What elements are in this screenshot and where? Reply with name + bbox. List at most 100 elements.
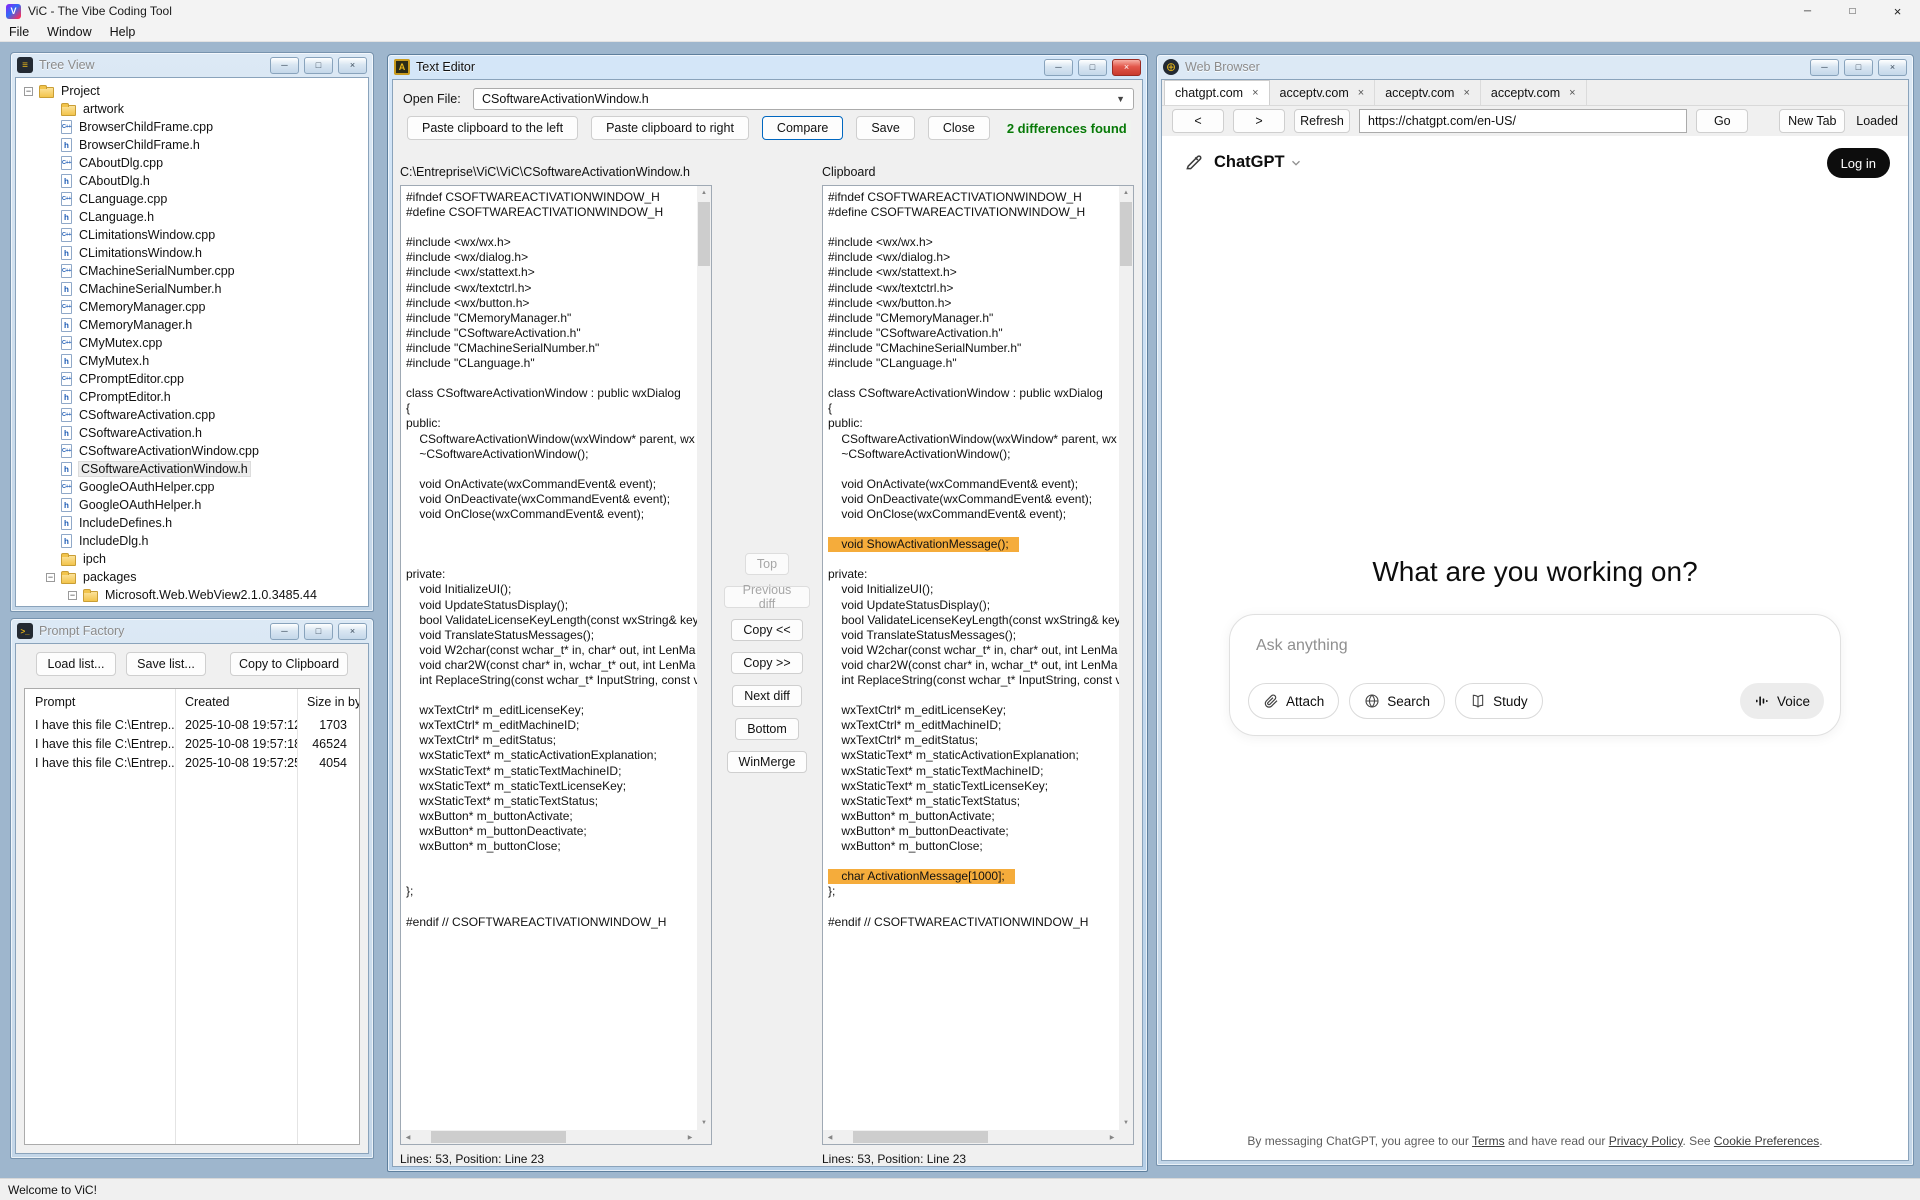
table-row[interactable]: I have this file C:\Entrep...2025-10-08 … xyxy=(25,734,359,753)
close-button[interactable]: Close xyxy=(928,116,990,140)
prompt-table[interactable]: PromptCreatedSize in bytes I have this f… xyxy=(24,688,360,1145)
tree-item[interactable]: CMachineSerialNumber.cpp xyxy=(16,262,368,280)
app-minimize-button[interactable]: ─ xyxy=(1785,0,1830,22)
web-browser-close-button[interactable]: × xyxy=(1878,59,1907,76)
tree-item[interactable]: IncludeDlg.h xyxy=(16,532,368,550)
tree-item[interactable]: artwork xyxy=(16,100,368,118)
tab-close-icon[interactable]: × xyxy=(1358,87,1364,99)
tree-item[interactable]: GoogleOAuthHelper.cpp xyxy=(16,478,368,496)
go-button[interactable]: Go xyxy=(1696,109,1748,133)
prompt-factory-titlebar[interactable]: >_ Prompt Factory ─ □ × xyxy=(11,619,373,643)
menu-help[interactable]: Help xyxy=(101,23,145,41)
text-editor-titlebar[interactable]: A Text Editor ─ □ × xyxy=(388,55,1147,79)
scroll-down-icon[interactable]: ▼ xyxy=(697,1116,711,1130)
web-browser-titlebar[interactable]: ⊕ Web Browser ─ □ × xyxy=(1157,55,1913,79)
app-maximize-button[interactable]: □ xyxy=(1830,0,1875,22)
scrollbar-thumb[interactable] xyxy=(431,1131,566,1143)
tree-item[interactable]: CMyMutex.h xyxy=(16,352,368,370)
tree-item[interactable]: CLimitationsWindow.h xyxy=(16,244,368,262)
left-vertical-scrollbar[interactable]: ▲ ▼ xyxy=(697,186,711,1130)
right-code-pane[interactable]: #ifndef CSOFTWAREACTIVATIONWINDOW_H#defi… xyxy=(822,185,1134,1145)
text-editor-maximize-button[interactable]: □ xyxy=(1078,59,1107,76)
attach-button[interactable]: Attach xyxy=(1248,683,1339,719)
tree-item[interactable]: CLanguage.cpp xyxy=(16,190,368,208)
tree-item[interactable]: CSoftwareActivation.h xyxy=(16,424,368,442)
copy-button[interactable]: Copy >> xyxy=(731,652,802,674)
table-row[interactable]: I have this file C:\Entrep...2025-10-08 … xyxy=(25,715,359,734)
prompt-factory-close-button[interactable]: × xyxy=(338,623,367,640)
tab-close-icon[interactable]: × xyxy=(1252,87,1258,99)
expander-icon[interactable]: − xyxy=(68,591,77,600)
prompt-factory-minimize-button[interactable]: ─ xyxy=(270,623,299,640)
tree-item[interactable]: −Microsoft.Web.WebView2.1.0.3485.44 xyxy=(16,586,368,604)
web-browser-minimize-button[interactable]: ─ xyxy=(1810,59,1839,76)
terms-link[interactable]: Terms xyxy=(1472,1134,1505,1148)
tree-view-minimize-button[interactable]: ─ xyxy=(270,57,299,74)
cookie-preferences-link[interactable]: Cookie Preferences xyxy=(1714,1134,1819,1148)
tree-item[interactable]: CMachineSerialNumber.h xyxy=(16,280,368,298)
winmerge-button[interactable]: WinMerge xyxy=(727,751,808,773)
save-button[interactable]: Save xyxy=(856,116,915,140)
left-code-pane[interactable]: #ifndef CSOFTWAREACTIVATIONWINDOW_H#defi… xyxy=(400,185,712,1145)
column-header[interactable]: Size in bytes xyxy=(297,695,359,709)
scroll-right-icon[interactable]: ▶ xyxy=(683,1130,697,1144)
tree-view-titlebar[interactable]: ≡ Tree View ─ □ × xyxy=(11,53,373,77)
menu-file[interactable]: File xyxy=(0,23,38,41)
tree-item[interactable]: BrowserChildFrame.h xyxy=(16,136,368,154)
browser-tab[interactable]: acceptv.com× xyxy=(1270,80,1376,105)
bottom-button[interactable]: Bottom xyxy=(735,718,799,740)
search-button[interactable]: Search xyxy=(1349,683,1445,719)
tree-item[interactable]: CLimitationsWindow.cpp xyxy=(16,226,368,244)
left-horizontal-scrollbar[interactable]: ◀ ▶ xyxy=(401,1130,697,1144)
tree-item[interactable]: GoogleOAuthHelper.h xyxy=(16,496,368,514)
tree-item[interactable]: −packages xyxy=(16,568,368,586)
tree-view-maximize-button[interactable]: □ xyxy=(304,57,333,74)
new-tab-button[interactable]: New Tab xyxy=(1779,109,1845,133)
table-row[interactable]: I have this file C:\Entrep...2025-10-08 … xyxy=(25,753,359,772)
tree-item[interactable]: CMemoryManager.cpp xyxy=(16,298,368,316)
open-file-combobox[interactable]: CSoftwareActivationWindow.h ▼ xyxy=(473,88,1134,110)
forward-button[interactable]: > xyxy=(1233,109,1285,133)
paste-clipboard-right-button[interactable]: Paste clipboard to right xyxy=(591,116,749,140)
tree-item[interactable]: CSoftwareActivation.cpp xyxy=(16,406,368,424)
copy-to-clipboard-button[interactable]: Copy to Clipboard xyxy=(230,652,348,676)
tree-item[interactable]: ipch xyxy=(16,550,368,568)
tree-item[interactable]: −Project xyxy=(16,82,368,100)
scrollbar-thumb[interactable] xyxy=(853,1131,988,1143)
app-close-button[interactable]: × xyxy=(1875,0,1920,22)
tree-item[interactable]: CPromptEditor.cpp xyxy=(16,370,368,388)
voice-button[interactable]: Voice xyxy=(1740,683,1824,719)
tree-item[interactable]: CPromptEditor.h xyxy=(16,388,368,406)
tree-item[interactable]: CSoftwareActivationWindow.cpp xyxy=(16,442,368,460)
scroll-right-icon[interactable]: ▶ xyxy=(1105,1130,1119,1144)
ask-anything-input[interactable] xyxy=(1256,637,1656,655)
paste-clipboard-left-button[interactable]: Paste clipboard to the left xyxy=(407,116,578,140)
column-header[interactable]: Prompt xyxy=(25,695,175,709)
scroll-left-icon[interactable]: ◀ xyxy=(401,1130,415,1144)
tree-item[interactable]: BrowserChildFrame.cpp xyxy=(16,118,368,136)
scroll-left-icon[interactable]: ◀ xyxy=(823,1130,837,1144)
tree-item[interactable]: CLanguage.h xyxy=(16,208,368,226)
chatgpt-brand[interactable]: ChatGPT xyxy=(1214,153,1303,172)
tab-close-icon[interactable]: × xyxy=(1569,87,1575,99)
chatgpt-composer[interactable]: Attach Search Study Voice xyxy=(1229,614,1841,736)
tree-item[interactable]: CSoftwareActivationWindow.h xyxy=(16,460,368,478)
refresh-button[interactable]: Refresh xyxy=(1294,109,1350,133)
url-input[interactable] xyxy=(1359,109,1687,133)
column-header[interactable]: Created xyxy=(175,695,297,709)
prompt-factory-maximize-button[interactable]: □ xyxy=(304,623,333,640)
text-editor-minimize-button[interactable]: ─ xyxy=(1044,59,1073,76)
study-button[interactable]: Study xyxy=(1455,683,1543,719)
compare-button[interactable]: Compare xyxy=(762,116,843,140)
tree-view-close-button[interactable]: × xyxy=(338,57,367,74)
text-editor-close-button[interactable]: × xyxy=(1112,59,1141,76)
chevron-down-icon[interactable]: ▼ xyxy=(1116,94,1125,104)
browser-tab[interactable]: acceptv.com× xyxy=(1481,80,1587,105)
load-list-button[interactable]: Load list... xyxy=(36,652,116,676)
browser-tab[interactable]: chatgpt.com× xyxy=(1164,80,1270,105)
menu-window[interactable]: Window xyxy=(38,23,100,41)
login-button[interactable]: Log in xyxy=(1827,148,1890,178)
scroll-up-icon[interactable]: ▲ xyxy=(1119,186,1133,200)
back-button[interactable]: < xyxy=(1172,109,1224,133)
compose-pencil-icon[interactable] xyxy=(1184,152,1204,172)
